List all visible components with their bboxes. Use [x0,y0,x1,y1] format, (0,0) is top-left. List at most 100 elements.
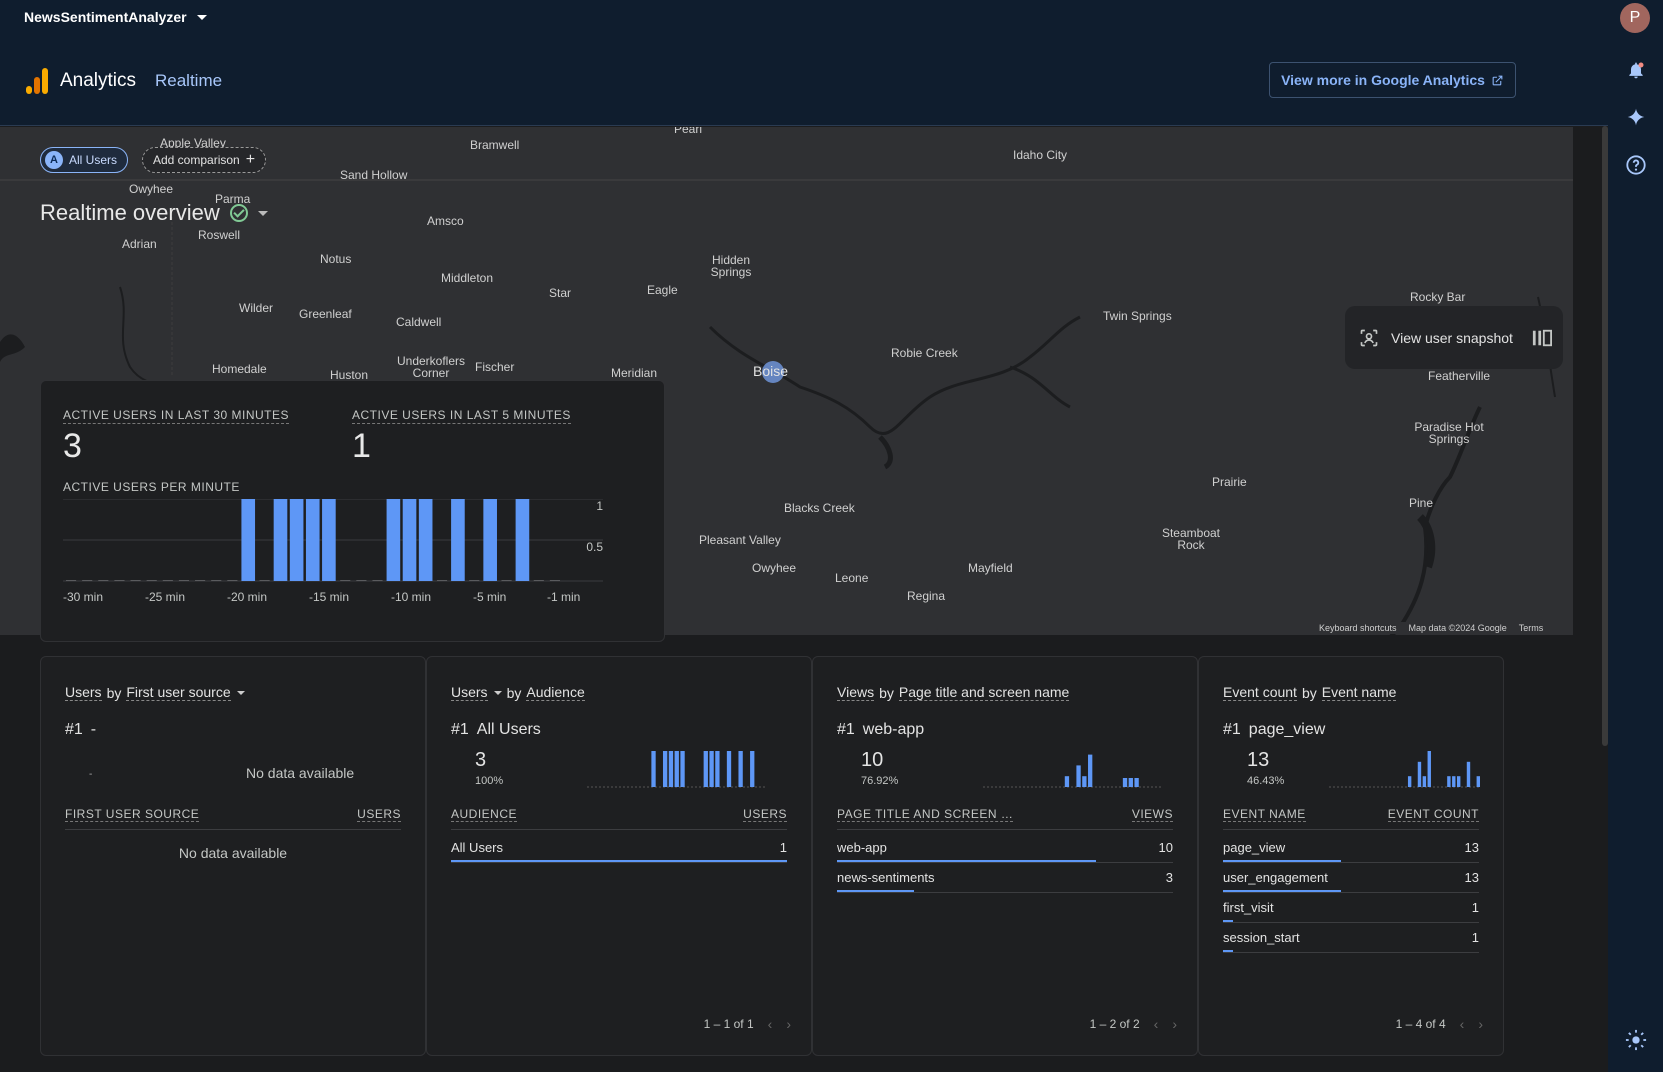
segment-chip-all-users[interactable]: A All Users [40,147,129,173]
chart-bar[interactable] [146,580,157,581]
plus-icon: + [245,151,256,168]
chart-bar[interactable] [451,499,465,581]
row-value: 1 [1471,930,1479,945]
pagination-label: 1 – 4 of 4 [1395,1017,1446,1031]
map-place-label: Meridian [611,366,658,380]
chart-bar[interactable] [66,580,77,581]
view-more-button[interactable]: View more in Google Analytics [1269,62,1516,98]
active-users-30-label[interactable]: Active users in last 30 minutes [63,408,289,424]
chart-bar[interactable] [130,580,141,581]
active-users-per-minute-label: Active users per minute [63,480,240,494]
help-icon[interactable] [1624,153,1648,177]
chart-bar[interactable] [227,580,238,581]
chart-bar[interactable] [82,580,93,581]
keyboard-shortcuts-link[interactable]: Keyboard shortcuts [1319,623,1397,633]
card-views-by-page-title: Views by Page title and screen name #1 we… [812,656,1198,1056]
x-tick-label: -10 min [391,590,431,604]
chart-bar[interactable] [273,499,288,581]
table-row[interactable]: page_view 13 [1223,832,1479,863]
chevron-right-icon[interactable]: › [1478,1016,1483,1032]
page-title[interactable]: Realtime overview [40,200,268,226]
sparkle-icon[interactable] [1624,105,1648,129]
brightness-icon[interactable] [1624,1028,1648,1052]
chart-bar[interactable] [469,580,480,581]
chart-bar[interactable] [501,580,512,581]
chart-bar[interactable] [259,580,270,581]
y-tick-label: 1 [596,499,603,513]
chart-bar[interactable] [549,580,560,581]
chart-bar[interactable] [114,580,125,581]
add-comparison-button[interactable]: Add comparison + [142,147,267,173]
chart-bar[interactable] [289,499,304,581]
chart-bar[interactable] [162,580,173,581]
brand-name[interactable]: Analytics [60,70,136,92]
chart-bar[interactable] [515,499,530,581]
chevron-down-icon [196,14,207,20]
pagination-label: 1 – 2 of 2 [1089,1017,1140,1031]
chart-bar[interactable] [372,580,383,581]
map-place-label: Sand Hollow [340,168,408,182]
card-title: Users by First user source [65,684,245,701]
chart-bar[interactable] [402,499,417,581]
chevron-down-icon[interactable] [257,210,268,216]
chart-bar[interactable] [386,499,401,581]
notifications-icon[interactable] [1624,58,1648,82]
table-row[interactable]: first_visit 1 [1223,892,1479,923]
view-more-label: View more in Google Analytics [1281,72,1485,88]
analytics-logo-icon[interactable] [26,66,50,94]
map-place-label: Mayfield [968,561,1013,575]
dimension-selector[interactable]: First user source [126,684,231,701]
row-label: All Users [451,840,504,855]
table-row[interactable]: web-app 10 [837,832,1173,863]
chart-bar[interactable] [483,499,497,581]
chevron-left-icon[interactable]: ‹ [1154,1016,1159,1032]
map-place-label: Regina [907,589,946,603]
no-data-message: No data available [178,845,288,861]
column-header-users[interactable]: Users [357,807,401,822]
chart-bar[interactable] [356,580,367,581]
table-row[interactable]: user_engagement 13 [1223,862,1479,893]
column-header-first-user-source[interactable]: First user source [65,807,200,822]
active-users-per-minute-chart[interactable]: 1 0.5 -30 min -25 min -20 min -15 min -10 min -… [63,499,653,629]
project-selector[interactable]: NewsSentimentAnalyzer [24,9,207,25]
chart-bar[interactable] [322,499,336,581]
snapshot-label: View user snapshot [1391,329,1513,346]
chart-bar[interactable] [305,499,320,581]
table-row[interactable]: news-sentiments 3 [837,862,1173,893]
chevron-left-icon[interactable]: ‹ [1460,1016,1465,1032]
chevron-right-icon[interactable]: › [1172,1016,1177,1032]
chart-bar[interactable] [418,499,433,581]
x-tick-label: -30 min [63,590,103,604]
x-tick-label: -5 min [473,590,506,604]
chart-bar[interactable] [533,580,544,581]
terms-link[interactable]: Terms [1519,623,1544,633]
chart-bar[interactable] [436,580,448,581]
realtime-cards: Users by First user source #1- - No data… [40,656,1550,1056]
avatar[interactable]: P [1620,3,1650,33]
map-place-label: Blacks Creek [784,501,855,515]
chevron-left-icon[interactable]: ‹ [768,1016,773,1032]
view-user-snapshot-button[interactable]: View user snapshot [1345,306,1563,369]
chart-bar[interactable] [340,580,351,581]
segment-letter: A [45,151,63,169]
row-value: 1 [1471,900,1479,915]
table-row[interactable]: session_start 1 [1223,922,1479,953]
top-item: #1- [65,721,97,738]
row-label: news-sentiments [837,870,935,885]
chart-bar[interactable] [211,580,222,581]
chart-bar[interactable] [241,499,256,581]
top-item-dash: - [89,769,93,780]
metric-selector[interactable]: Users [65,684,102,701]
active-users-5-label[interactable]: Active users in last 5 minutes [352,408,571,424]
card-users-by-first-user-source: Users by First user source #1- - No data… [40,656,426,1056]
chart-bar[interactable] [178,580,190,581]
chevron-right-icon[interactable]: › [786,1016,791,1032]
page-scrollbar[interactable] [1602,126,1608,746]
chart-bar[interactable] [195,580,206,581]
table-row[interactable]: All Users 1 [451,832,787,863]
map-place-label: Underkoflers Corner [396,354,466,380]
map-place-label: Owyhee [129,182,174,196]
map-place-label: Caldwell [396,315,442,329]
chart-bar[interactable] [98,580,109,581]
chevron-down-icon[interactable] [236,690,245,695]
